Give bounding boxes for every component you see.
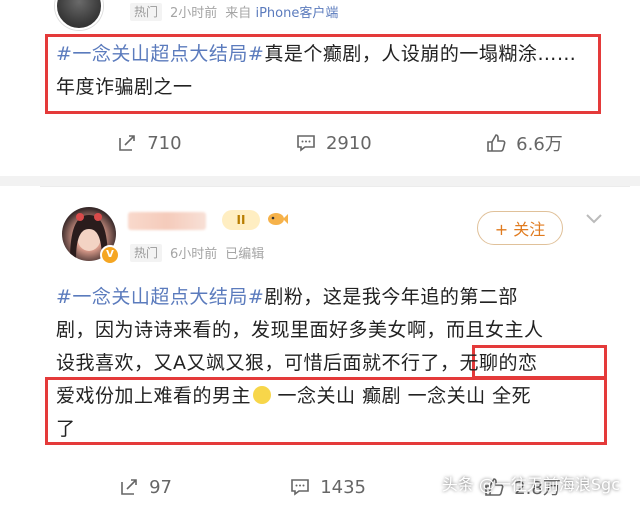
chevron-down-icon[interactable] (584, 211, 604, 227)
comment-count: 2910 (325, 132, 372, 154)
username-blurred[interactable] (128, 212, 206, 230)
repost-button[interactable]: 97 (119, 474, 172, 500)
fish-badge-icon (268, 213, 288, 225)
repost-count: 710 (147, 132, 182, 154)
repost-button[interactable]: 710 (117, 130, 182, 156)
like-button[interactable]: 6.6万 (486, 130, 563, 156)
post-divider (0, 176, 640, 186)
emoji-icon (253, 386, 272, 404)
post-line: 了 (56, 418, 76, 440)
hot-badge: 热门 (130, 2, 163, 21)
verified-badge-icon: V (100, 245, 120, 265)
post-time: 6小时前 (170, 247, 218, 262)
thumbs-up-icon (487, 134, 506, 152)
post-body-highlighted: 一念关山 癫剧 一念关山 全死 (271, 385, 532, 407)
watermark: 头条 @一往无前海浪Sgc (441, 475, 620, 494)
avatar[interactable] (55, 0, 103, 30)
post-text: #一念关山超点大结局#真是个癫剧，人设崩的一塌糊涂……年度诈骗剧之一 (56, 38, 592, 104)
post-meta: 热门 2小时前 来自 iPhone客户端 (130, 2, 338, 21)
hot-badge: 热门 (130, 243, 163, 262)
post-body-highlighted: 爱戏份加上难看的男主 (56, 385, 252, 407)
level-badge: II (222, 210, 260, 230)
comment-icon (297, 135, 315, 152)
divider-line (40, 186, 630, 187)
repost-icon (121, 479, 137, 495)
comment-button[interactable]: 1435 (290, 474, 366, 500)
like-count: 6.6万 (516, 134, 563, 155)
comment-icon (291, 479, 310, 496)
repost-icon (119, 135, 135, 151)
action-bar: 710 2910 6.6万 (60, 130, 620, 156)
post-line: 设我喜欢，又A又飒又狠，可惜后面就不行了，无聊的恋 (56, 347, 616, 380)
post-line: #一念关山超点大结局#剧粉，这是我今年追的第二部 (56, 281, 616, 314)
follow-button[interactable]: + 关注 (477, 211, 563, 245)
post-text: #一念关山超点大结局#剧粉，这是我今年追的第二部 剧，因为诗诗来看的，发现里面好… (56, 281, 616, 446)
comment-count: 1435 (320, 476, 367, 498)
follow-label: + 关注 (494, 220, 546, 239)
post-time: 2小时前 (170, 6, 218, 21)
source-name[interactable]: iPhone客户端 (255, 6, 338, 21)
post-body: 设我喜欢，又A又飒又狠，可惜后面就不行了 (56, 352, 440, 374)
post-meta: 热门 6小时前 已编辑 (130, 243, 264, 262)
repost-count: 97 (149, 476, 172, 498)
source-prefix: 来自 (225, 6, 252, 21)
topic-hashtag[interactable]: #一念关山超点大结局# (56, 43, 264, 65)
post-body-highlighted: ，无聊的恋 (440, 352, 538, 374)
post-source: 来自 iPhone客户端 (225, 2, 338, 21)
edited-label[interactable]: 已编辑 (225, 243, 264, 262)
post-line: 剧，因为诗诗来看的，发现里面好多美女啊，而且女主人 (56, 319, 544, 341)
topic-hashtag[interactable]: #一念关山超点大结局# (56, 286, 264, 308)
post-line: 爱戏份加上难看的男主 一念关山 癫剧 一念关山 全死 (56, 380, 616, 413)
comment-button[interactable]: 2910 (296, 130, 372, 156)
post-body: 剧粉，这是我今年追的第二部 (264, 286, 518, 308)
